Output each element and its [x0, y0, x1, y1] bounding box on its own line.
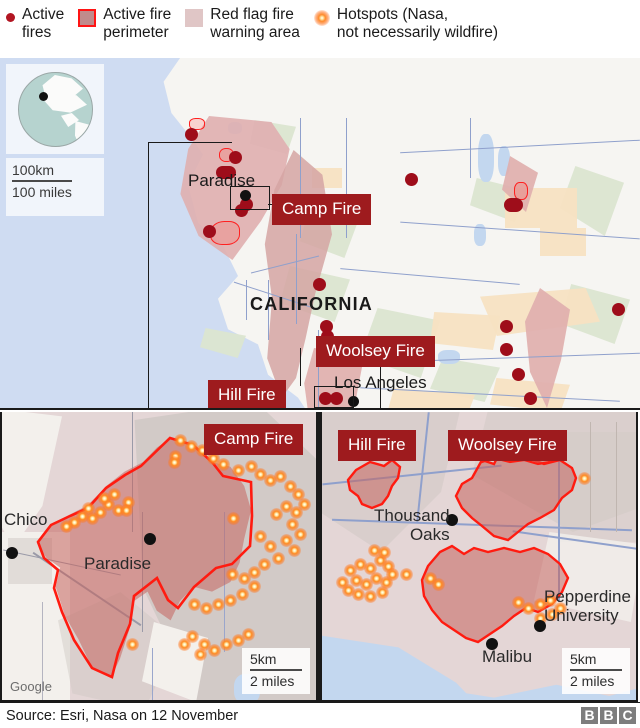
- legend-item-active-fire-perimeter: Active fire perimeter: [78, 6, 171, 42]
- callout-connector: [148, 142, 150, 408]
- legend-item-hotspots: Hotspots (Nasa, not necessarily wildfire…: [313, 6, 498, 42]
- main-overview-map: Paradise CALIFORNIA Los Angeles Camp Fir…: [0, 58, 640, 410]
- active-fire-marker: [229, 151, 242, 164]
- scale-metric-label: 100km: [12, 162, 55, 178]
- scale-rule: [12, 180, 72, 182]
- scale-rule: [250, 669, 302, 671]
- active-fire-marker: [524, 392, 537, 405]
- red-flag-warning-swatch-icon: [185, 9, 204, 27]
- bbc-logo: B B C: [581, 707, 636, 724]
- bbc-logo-letter-1: B: [581, 707, 598, 724]
- active-fire-marker: [405, 173, 418, 186]
- road: [470, 118, 471, 178]
- scale-metric-label: 5km: [570, 651, 597, 667]
- inset-map-camp-fire: Chico Paradise Camp Fire Google 5km 2 mi…: [0, 412, 318, 702]
- inset-label-chico: Chico: [4, 510, 48, 529]
- desert-patch: [430, 312, 500, 350]
- road: [246, 280, 247, 320]
- bbc-logo-letter-2: B: [600, 707, 617, 724]
- active-fire-marker: [500, 320, 513, 333]
- active-fire-dot-icon: [6, 9, 15, 22]
- fire-tag-camp-fire: Camp Fire: [272, 194, 372, 225]
- active-fire-marker: [612, 303, 625, 316]
- scale-bar-camp-fire: 5km 2 miles: [242, 648, 310, 694]
- legend: Active fires Active fire perimeter Red f…: [0, 0, 640, 58]
- hotspot-glow-icon: [313, 9, 330, 26]
- fire-tag-woolsey-fire: Woolsey Fire: [316, 336, 435, 367]
- globe-icon: [18, 72, 93, 147]
- fire-tag-hill-fire-inset: Hill Fire: [338, 430, 416, 461]
- active-fire-marker: [203, 225, 216, 238]
- inset-label-thousand-oaks: Thousand Oaks: [374, 506, 450, 544]
- active-fire-marker: [504, 198, 523, 212]
- scale-rule: [570, 669, 622, 671]
- scale-imperial-label: 2 miles: [250, 673, 295, 689]
- bbc-logo-letter-3: C: [619, 707, 636, 724]
- active-fire-marker: [313, 278, 326, 291]
- scale-metric-label: 5km: [250, 651, 277, 667]
- footer: Source: Esri, Nasa on 12 November B B C: [0, 702, 640, 728]
- active-fire-marker: [185, 128, 198, 141]
- city-marker-chico: [6, 547, 18, 559]
- legend-label-red-flag-warning: Red flag fire warning area: [210, 6, 300, 41]
- inset-map-hill-woolsey-fire: Thousand Oaks Pepperdine University Mali…: [320, 412, 638, 702]
- legend-label-hotspots: Hotspots (Nasa, not necessarily wildfire…: [336, 6, 498, 41]
- lake: [438, 350, 460, 364]
- callout-connector: [300, 348, 302, 386]
- legend-label-active-fires: Active fires: [22, 6, 65, 41]
- inset-label-pepperdine-university: Pepperdine University: [544, 587, 631, 625]
- inset-label-malibu: Malibu: [482, 647, 533, 666]
- inset-label-paradise: Paradise: [84, 554, 152, 573]
- legend-label-active-fire-perimeter: Active fire perimeter: [103, 6, 172, 41]
- city-marker-paradise: [144, 533, 156, 545]
- scale-imperial-label: 2 miles: [570, 673, 615, 689]
- source-attribution: Source: Esri, Nasa on 12 November: [6, 707, 239, 724]
- fire-tag-hill-fire: Hill Fire: [208, 380, 286, 408]
- legend-item-red-flag-warning: Red flag fire warning area: [185, 6, 300, 42]
- map-label-california: CALIFORNIA: [250, 294, 373, 314]
- scale-bar-overview: 100km 100 miles: [6, 158, 104, 216]
- active-fire-perimeter-swatch-icon: [78, 9, 97, 27]
- scale-bar-woolsey-fire: 5km 2 miles: [562, 648, 630, 694]
- google-attribution: Google: [10, 679, 52, 694]
- map-label-paradise: Paradise: [188, 171, 256, 190]
- continent-shape: [74, 121, 90, 146]
- active-fire-marker: [500, 343, 513, 356]
- map-label-los-angeles: Los Angeles: [334, 373, 427, 392]
- fire-tag-woolsey-fire-inset: Woolsey Fire: [448, 430, 567, 461]
- scale-imperial-label: 100 miles: [12, 184, 72, 200]
- active-fire-marker: [512, 368, 525, 381]
- fire-tag-camp-fire-inset: Camp Fire: [204, 424, 304, 455]
- locator-globe-panel: [6, 64, 104, 154]
- legend-item-active-fires: Active fires: [6, 6, 64, 42]
- locator-marker-icon: [39, 92, 48, 101]
- callout-connector: [148, 142, 232, 144]
- lake: [478, 134, 494, 182]
- bbc-california-wildfire-map-graphic: Active fires Active fire perimeter Red f…: [0, 0, 640, 728]
